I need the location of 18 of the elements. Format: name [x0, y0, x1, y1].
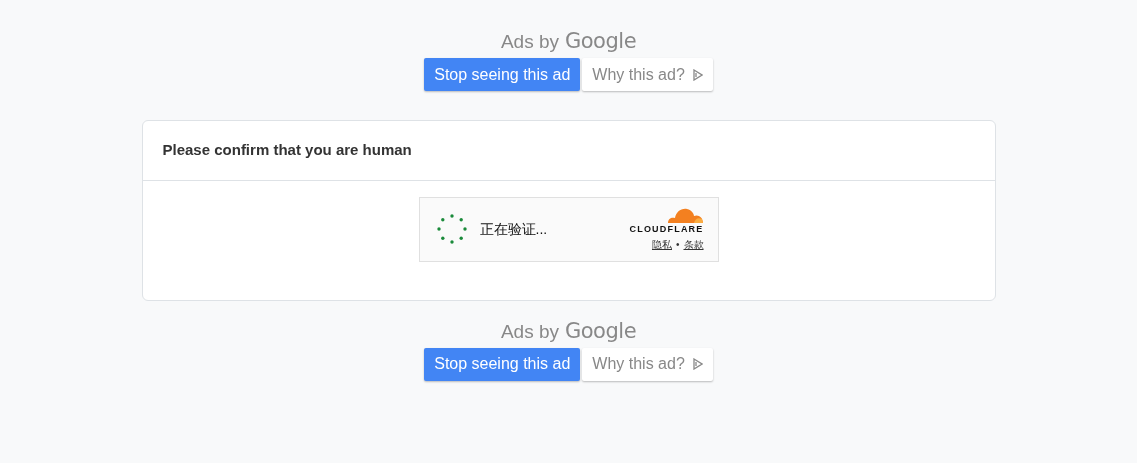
play-icon [692, 358, 703, 370]
cloud-logo-icon [665, 206, 704, 224]
stop-ad-button[interactable]: Stop seeing this ad [424, 347, 581, 381]
ads-label: Ads by [500, 319, 559, 344]
stop-ad-button[interactable]: Stop seeing this ad [424, 58, 581, 91]
terms-link[interactable]: 条款 [683, 236, 704, 252]
why-ad-button[interactable]: Why this ad? [582, 347, 713, 381]
status-text: 正在验证... [479, 219, 548, 239]
card-title: Please confirm that you are human [142, 121, 995, 181]
link-separator: • [676, 237, 680, 252]
privacy-link[interactable]: 隐私 [652, 236, 672, 252]
google-brand: Google [565, 29, 637, 53]
spinner-icon [435, 213, 468, 245]
why-ad-button[interactable]: Why this ad? [582, 58, 713, 91]
google-brand: Google [565, 318, 637, 343]
cloudflare-brand: CLOUDFLARE [629, 223, 704, 237]
play-icon [692, 68, 703, 81]
ads-label: Ads by [500, 30, 559, 54]
